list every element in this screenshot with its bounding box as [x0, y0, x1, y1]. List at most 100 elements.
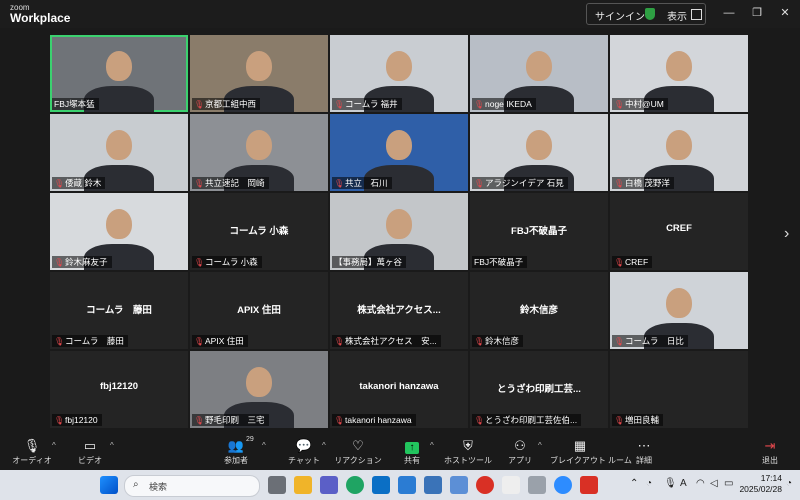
participant-tile[interactable]: 🎙 アラジンイデア 石見: [470, 114, 608, 191]
participant-tile[interactable]: takanori hanzawa 🎙 takanori hanzawa: [330, 351, 468, 428]
app-icon-4[interactable]: [502, 476, 520, 494]
leave-icon: ⇥: [764, 438, 776, 453]
participant-tile[interactable]: 🎙 増田良輔: [610, 351, 748, 428]
participant-tile[interactable]: 🎙 共立速記 岡崎: [190, 114, 328, 191]
participant-tile[interactable]: CREF 🎙 CREF: [610, 193, 748, 270]
participant-name-tag: 🎙 共立速記 岡崎: [192, 177, 269, 189]
app-icon-5[interactable]: [528, 476, 546, 494]
minimize-icon[interactable]: —: [722, 6, 736, 20]
mic-muted-icon: 🎙: [474, 178, 485, 188]
tray-app-icon[interactable]: ◔: [646, 478, 652, 489]
taskbar-clock[interactable]: 17:14 2025/02/28: [738, 473, 782, 495]
participant-tile[interactable]: コームラ 藤田 🎙 コームラ 藤田: [50, 272, 188, 349]
file-explorer-icon[interactable]: [294, 476, 312, 494]
person-head: [666, 130, 692, 160]
mic-muted-icon: 🎙: [334, 99, 345, 109]
pdf-icon[interactable]: [580, 476, 598, 494]
participant-tile[interactable]: とうざわ印刷工芸... 🎙 とうざわ印刷工芸佐伯...: [470, 351, 608, 428]
restore-icon[interactable]: ❐: [750, 6, 764, 20]
participant-tile[interactable]: 【事務局】萬ヶ谷: [330, 193, 468, 270]
participant-tile[interactable]: 🎙 京都工組中西: [190, 35, 328, 112]
mic-muted-icon: 🎙: [614, 415, 625, 425]
reactions-button[interactable]: ♡ リアクション: [328, 438, 388, 466]
tray-chevron-icon[interactable]: ⌃: [630, 478, 638, 489]
breakout-grid-icon: ▦: [573, 438, 587, 453]
wifi-icon[interactable]: ◠: [696, 478, 705, 489]
participant-tile[interactable]: APIX 住田 🎙 APIX 住田: [190, 272, 328, 349]
breakout-rooms-button[interactable]: ▦ ブレイクアウト ルーム: [550, 438, 632, 466]
participant-name: アラジンイデア 石見: [485, 178, 564, 188]
participant-name: コームラ 小森: [205, 257, 258, 267]
mic-muted-icon: 🎙: [194, 99, 205, 109]
participant-display-name: コームラ 藤田: [86, 305, 152, 316]
shield-check-icon[interactable]: [645, 8, 655, 20]
participant-tile[interactable]: 🎙 コームラ 福井: [330, 35, 468, 112]
participant-name-tag: 🎙 APIX 住田: [192, 335, 248, 347]
leave-button[interactable]: ⇥ 退出: [740, 438, 800, 466]
participant-tile[interactable]: 🎙 倭蔵 鈴木: [50, 114, 188, 191]
reactions-label: リアクション: [334, 456, 382, 465]
signin-view-group: サインイン 表示: [586, 3, 706, 25]
participant-tile[interactable]: 🎙 白橋 茂野洋: [610, 114, 748, 191]
participant-tile[interactable]: 🎙 共立 石川: [330, 114, 468, 191]
chat-caret-icon[interactable]: ^: [322, 441, 326, 450]
outlook-icon[interactable]: [372, 476, 390, 494]
notification-bell-icon[interactable]: ◔: [786, 478, 792, 489]
person-head: [106, 130, 132, 160]
taskbar-search[interactable]: ⌕ 検索: [124, 475, 260, 497]
close-icon[interactable]: ✕: [778, 6, 792, 20]
host-tools-button[interactable]: ⛨ ホストツール: [438, 438, 498, 466]
participant-name: とうざわ印刷工芸佐伯...: [485, 415, 578, 425]
app-icon-1[interactable]: [424, 476, 442, 494]
participant-tile[interactable]: 株式会社アクセス... 🎙 株式会社アクセス 安...: [330, 272, 468, 349]
person-head: [246, 130, 272, 160]
task-view-icon[interactable]: [268, 476, 286, 494]
participants-caret-icon[interactable]: ^: [262, 441, 266, 450]
apps-caret-icon[interactable]: ^: [538, 441, 542, 450]
participants-button[interactable]: 👥 参加者: [206, 438, 266, 466]
participant-tile[interactable]: 🎙 コームラ 日比: [610, 272, 748, 349]
participant-name-tag: 🎙 白橋 茂野洋: [612, 177, 674, 189]
view-button[interactable]: 表示: [667, 8, 687, 23]
participant-tile[interactable]: 🎙 鈴木麻友子: [50, 193, 188, 270]
video-caret-icon[interactable]: ^: [110, 441, 114, 450]
store-icon[interactable]: [398, 476, 416, 494]
participant-tile[interactable]: FBJ塚本猛: [50, 35, 188, 112]
zoom-taskbar-icon[interactable]: [554, 476, 572, 494]
windows-start-icon[interactable]: [100, 476, 118, 494]
app-icon-2[interactable]: [450, 476, 468, 494]
share-caret-icon[interactable]: ^: [430, 441, 434, 450]
participant-name-tag: 🎙 コームラ 日比: [612, 335, 688, 347]
app-icon-3[interactable]: [476, 476, 494, 494]
battery-icon[interactable]: ▭: [724, 478, 733, 489]
participant-tile[interactable]: 鈴木信彦 🎙 鈴木信彦: [470, 272, 608, 349]
mic-muted-icon: 🎙: [194, 415, 205, 425]
grid-view-icon[interactable]: [691, 9, 702, 20]
participant-name: 京都工組中西: [205, 99, 257, 109]
participant-name-tag: 🎙 株式会社アクセス 安...: [332, 335, 441, 347]
next-page-chevron-icon[interactable]: ›: [784, 225, 789, 243]
participant-name: takanori hanzawa: [345, 415, 412, 425]
tray-mic-icon[interactable]: 🎙: [664, 478, 677, 489]
signin-button[interactable]: サインイン: [595, 8, 645, 23]
mic-muted-icon: 🎙: [54, 336, 65, 346]
participant-tile[interactable]: 🎙 中村@UM: [610, 35, 748, 112]
mic-muted-icon: 🎙: [614, 178, 625, 188]
participant-tile[interactable]: FBJ不破晶子 FBJ不破晶子: [470, 193, 608, 270]
speaker-icon[interactable]: ◁: [710, 478, 718, 489]
participant-display-name: とうざわ印刷工芸...: [497, 384, 581, 395]
participant-tile[interactable]: 🎙 noge IKEDA: [470, 35, 608, 112]
participants-label: 参加者: [224, 456, 248, 465]
participant-display-name: fbj12120: [99, 381, 139, 392]
participant-tile[interactable]: 🎙 野毛印刷 三宅: [190, 351, 328, 428]
ime-indicator[interactable]: A: [680, 478, 687, 489]
teams-icon[interactable]: [320, 476, 338, 494]
participant-tile[interactable]: コームラ 小森 🎙 コームラ 小森: [190, 193, 328, 270]
participant-tile[interactable]: fbj12120 🎙 fbj12120: [50, 351, 188, 428]
mic-muted-icon: 🎙: [614, 336, 625, 346]
chat-label: チャット: [288, 456, 320, 465]
audio-caret-icon[interactable]: ^: [52, 441, 56, 450]
participants-icon: 👥: [227, 438, 245, 453]
more-button[interactable]: ⋯ 詳細: [614, 438, 674, 466]
edge-icon[interactable]: [346, 476, 364, 494]
